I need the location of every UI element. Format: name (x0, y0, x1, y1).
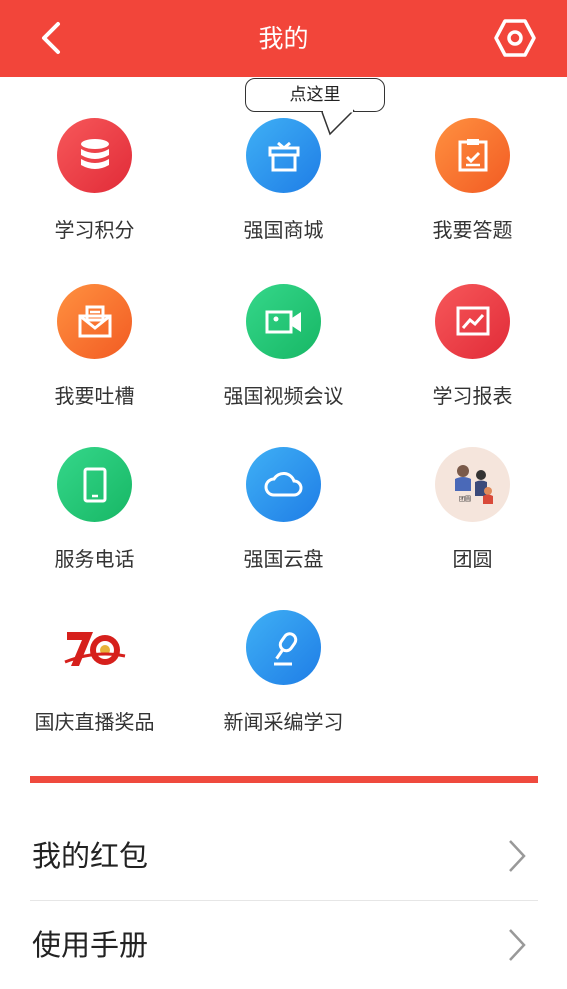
grid-item-study-report[interactable]: 学习报表 (378, 284, 567, 434)
list-item-label: 我的红包 (32, 839, 149, 873)
grid-item-label: 强国云盘 (243, 547, 324, 571)
chart-trend-icon (435, 284, 510, 359)
svg-text:团圆: 团圆 (459, 496, 471, 503)
grid-item-national-day-prizes[interactable]: 国庆直播奖品 (0, 610, 189, 760)
database-icon (57, 118, 132, 193)
grid-item-label: 学习积分 (54, 218, 135, 242)
grid-item-label: 国庆直播奖品 (34, 710, 155, 734)
chevron-right-icon (509, 840, 526, 872)
page-title: 我的 (258, 24, 309, 53)
grid-item-feedback[interactable]: 我要吐槽 (0, 284, 189, 434)
grid-item-news-editing[interactable]: 新闻采编学习 (189, 610, 378, 760)
grid-item-cloud-disk[interactable]: 强国云盘 (189, 447, 378, 597)
grid-item-label: 团圆 (452, 547, 493, 571)
top-bar: 我的 (0, 0, 567, 77)
tooltip-tail (321, 109, 355, 136)
grid-item-label: 强国商城 (243, 218, 324, 242)
tooltip-bubble: 点这里 (245, 78, 385, 112)
grid-item-service-phone[interactable]: 服务电话 (0, 447, 189, 597)
grid-item-label: 强国视频会议 (223, 384, 344, 408)
grid-item-label: 服务电话 (54, 547, 135, 571)
settings-icon[interactable] (494, 18, 536, 58)
list-item-label: 使用手册 (32, 928, 149, 962)
grid-item-label: 我要吐槽 (54, 384, 135, 408)
cloud-icon (246, 447, 321, 522)
seventy-anniversary-logo-icon (57, 610, 132, 685)
grid-item-video-meeting[interactable]: 强国视频会议 (189, 284, 378, 434)
list-item-user-manual[interactable]: 使用手册 (30, 901, 538, 989)
grid-item-label: 学习报表 (432, 384, 513, 408)
grid-item-label: 我要答题 (432, 218, 513, 242)
grid-item-study-points[interactable]: 学习积分 (0, 118, 189, 268)
grid-item-mall[interactable]: 强国商城 (189, 118, 378, 268)
gift-box-icon (246, 118, 321, 193)
list-item-my-red-packet[interactable]: 我的红包 (30, 812, 538, 900)
chevron-right-icon (509, 929, 526, 961)
envelope-icon (57, 284, 132, 359)
clipboard-check-icon (435, 118, 510, 193)
grid-item-label: 新闻采编学习 (223, 710, 344, 734)
microphone-icon (246, 610, 321, 685)
grid-item-answer-questions[interactable]: 我要答题 (378, 118, 567, 268)
family-illustration-icon: 团圆 (435, 447, 510, 522)
video-camera-icon (246, 284, 321, 359)
grid-item-reunion[interactable]: 团圆 团圆 (378, 447, 567, 597)
smartphone-icon (57, 447, 132, 522)
section-divider (30, 776, 538, 783)
